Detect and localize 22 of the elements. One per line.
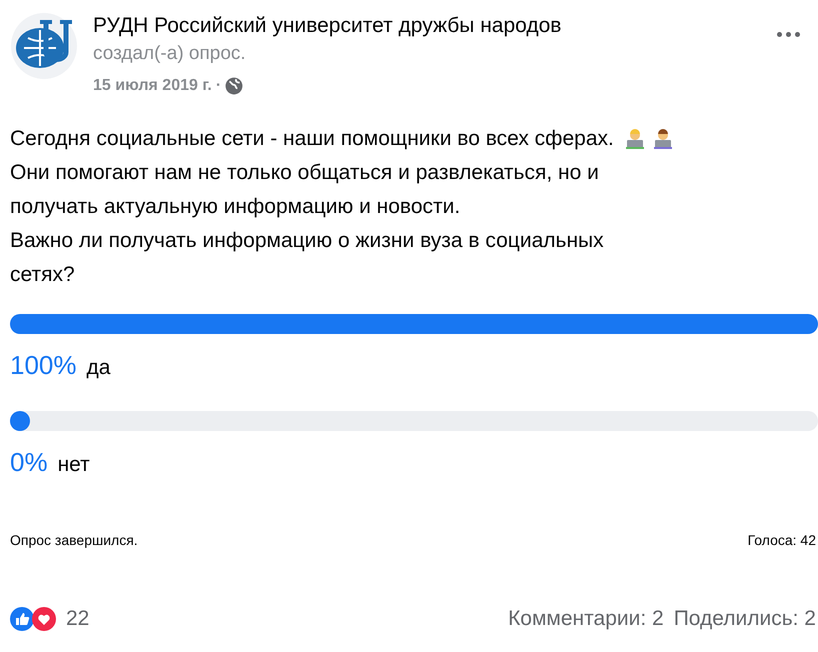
post-text-line: Они помогают нам не только общаться и развлекаться, но и [10,160,599,186]
post-action: создал(-а) опрос. [93,42,246,66]
comments-count[interactable]: Комментарии: 2 [508,603,664,634]
shares-count[interactable]: Поделились: 2 [674,603,816,634]
person-at-laptop-icon [624,128,646,150]
university-logo[interactable] [10,12,78,80]
post-text-line: Важно ли получать информацию о жизни вуза в социальных [10,228,604,254]
separator-dot: · [216,76,222,96]
poll-status: Опрос завершился. [10,531,138,550]
poll-option-label: нет [58,452,90,478]
post-date[interactable]: 15 июля 2019 г. [93,74,212,98]
person-at-laptop-icon [652,128,674,150]
post-text-line: получать актуальную информацию и новости. [10,194,460,220]
post-text-line: Сегодня социальные сети - наши помощники во всех сферах. [10,126,614,152]
author-name[interactable]: РУДН Российский университет дружбы народов [93,12,562,40]
post-text-line: сетях? [10,262,75,288]
like-icon[interactable] [10,606,34,631]
poll-option-label: да [86,355,110,381]
poll-percent: 100% [10,349,76,382]
poll-percent: 0% [10,446,48,479]
vote-count: Голоса: 42 [748,531,816,550]
reaction-count[interactable]: 22 [66,603,90,634]
